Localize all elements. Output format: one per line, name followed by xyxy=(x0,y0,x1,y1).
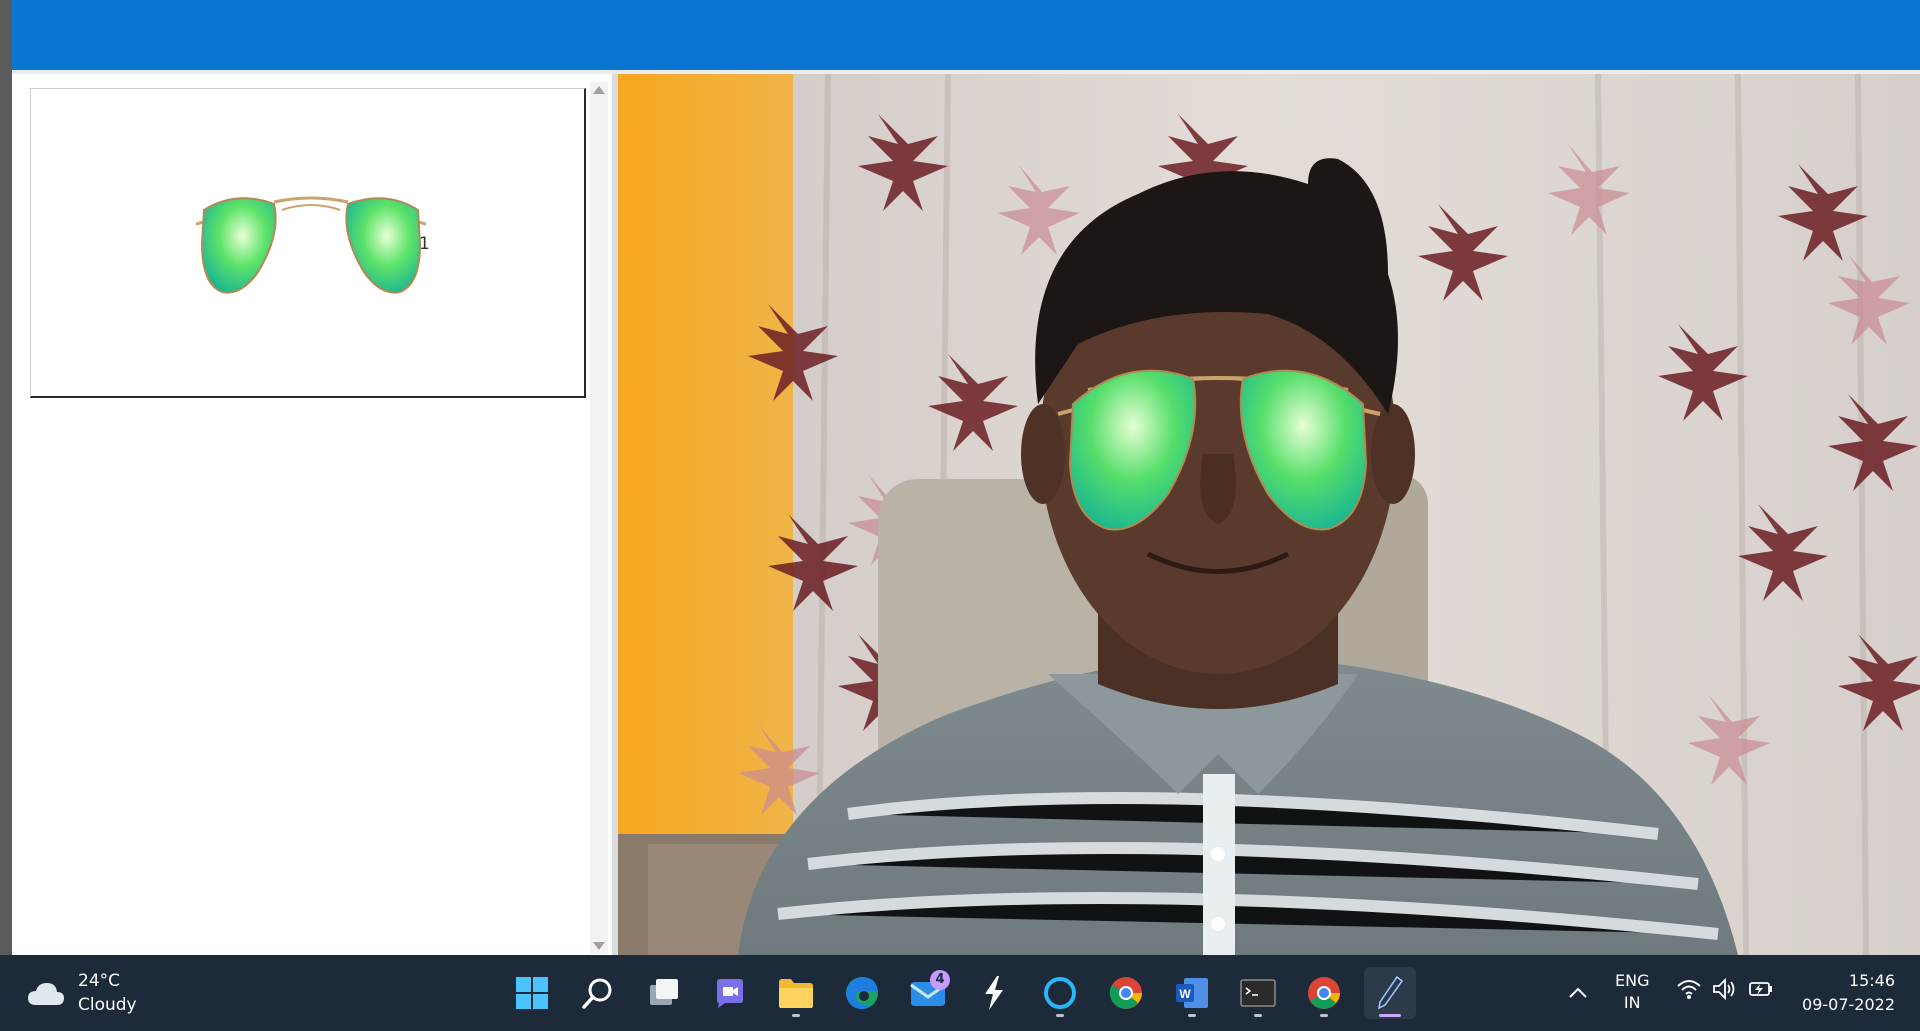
volume-icon xyxy=(1713,977,1735,1001)
scroll-up-arrow-icon[interactable] xyxy=(593,86,605,94)
active-indicator xyxy=(1379,1014,1401,1017)
svg-text:W: W xyxy=(1179,987,1191,1001)
word-icon: W xyxy=(1176,978,1208,1008)
camera-preview xyxy=(618,74,1920,955)
show-hidden-icons-button[interactable] xyxy=(1552,967,1604,1019)
ring-icon xyxy=(1044,977,1076,1009)
task-view-button[interactable] xyxy=(638,967,690,1019)
video-chat-icon xyxy=(717,979,743,1008)
weather-condition: Cloudy xyxy=(78,995,137,1015)
region-code: IN xyxy=(1623,993,1641,1012)
scroll-down-arrow-icon[interactable] xyxy=(593,942,605,950)
window-edge xyxy=(0,0,12,955)
running-indicator xyxy=(1056,1014,1064,1017)
chrome-icon xyxy=(1109,977,1142,1009)
terminal-icon xyxy=(1240,979,1276,1007)
search-button[interactable] xyxy=(572,967,624,1019)
task-view-icon xyxy=(650,979,678,1005)
running-indicator xyxy=(1320,1014,1328,1017)
start-button[interactable] xyxy=(506,967,558,1019)
clock-time: 15:46 xyxy=(1848,971,1895,990)
search-icon xyxy=(582,978,612,1009)
chrome-button[interactable] xyxy=(1100,967,1152,1019)
pen-icon xyxy=(1378,975,1404,1010)
running-indicator xyxy=(1188,1014,1196,1017)
input-language-indicator[interactable]: ENG IN xyxy=(1615,970,1649,1014)
app-bolt-button[interactable] xyxy=(968,967,1020,1019)
wifi-icon xyxy=(1677,980,1701,999)
chrome-2-button[interactable] xyxy=(1298,967,1350,1019)
cortana-button[interactable] xyxy=(1034,967,1086,1019)
edge-icon xyxy=(846,977,878,1010)
pen-app-button[interactable] xyxy=(1364,967,1416,1019)
weather-temperature: 24°C xyxy=(78,971,121,991)
file-explorer-button[interactable] xyxy=(770,967,822,1019)
filter-item-label: 1 xyxy=(419,234,430,254)
clock-date: 09-07-2022 xyxy=(1802,995,1895,1014)
mail-badge: 4 xyxy=(930,970,950,990)
mail-button[interactable]: 4 xyxy=(902,967,954,1019)
title-bar[interactable] xyxy=(12,0,1920,70)
word-button[interactable]: W xyxy=(1166,967,1218,1019)
vertical-scrollbar[interactable] xyxy=(590,82,608,954)
running-indicator xyxy=(1254,1014,1262,1017)
system-clock[interactable]: 15:46 09-07-2022 xyxy=(1795,969,1895,1017)
cloud-icon xyxy=(28,983,64,1005)
edge-button[interactable] xyxy=(836,967,888,1019)
terminal-button[interactable] xyxy=(1232,967,1284,1019)
sunglasses-icon xyxy=(196,196,426,294)
chevron-up-icon xyxy=(1569,987,1587,998)
language-code: ENG xyxy=(1615,971,1650,990)
running-indicator xyxy=(792,1014,800,1017)
chrome-icon xyxy=(1308,977,1340,1009)
taskbar: 24°C Cloudy 4 W ENG IN 15:46 09-07-2022 xyxy=(0,955,1920,1031)
folder-icon xyxy=(779,979,813,1008)
chat-button[interactable] xyxy=(704,967,756,1019)
windows-logo-icon xyxy=(516,977,548,1009)
filter-item-sunglasses[interactable]: 1 xyxy=(30,88,586,398)
weather-widget[interactable]: 24°C Cloudy xyxy=(26,969,137,1017)
bolt-icon xyxy=(985,976,1003,1010)
quick-settings[interactable] xyxy=(1676,977,1774,1001)
battery-charging-icon xyxy=(1749,982,1772,996)
camera-frame-image xyxy=(618,74,1920,955)
app-window: 1 24°C Cloudy 4 W ENG IN 15:46 09-07-202… xyxy=(0,0,1920,1031)
